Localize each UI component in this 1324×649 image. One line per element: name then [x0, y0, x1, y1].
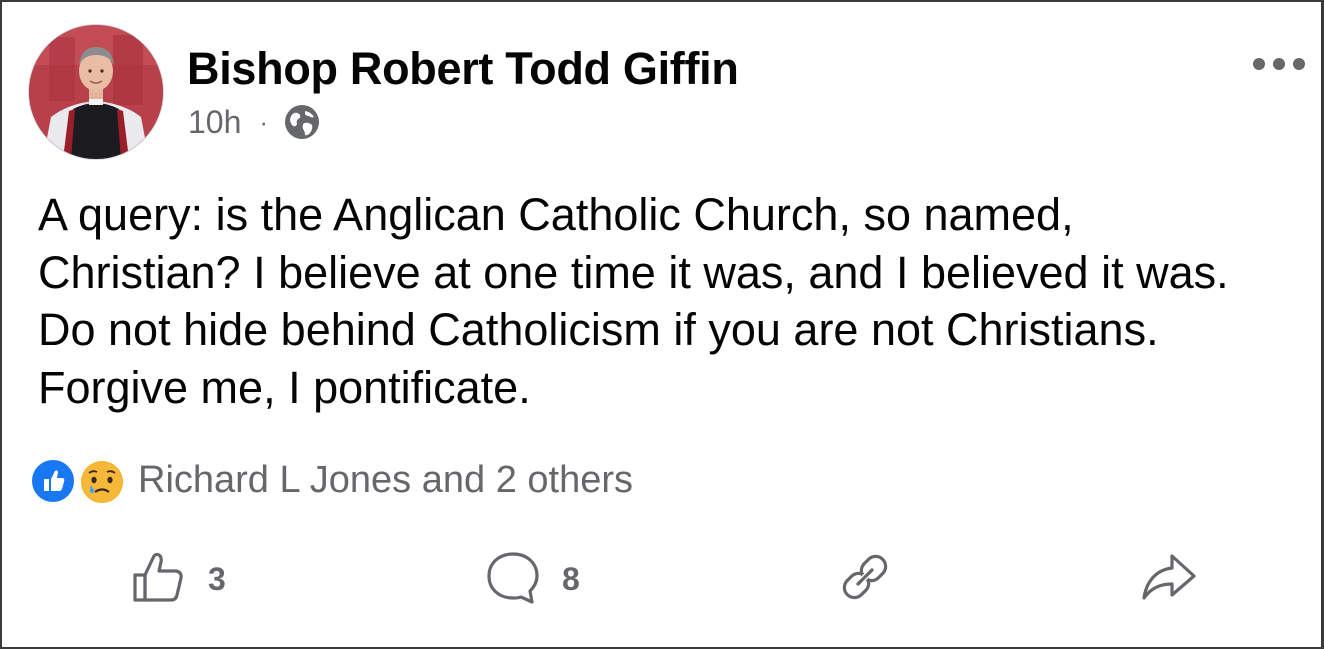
action-bar: 3 8 — [2, 547, 1324, 611]
reaction-icons — [30, 455, 130, 505]
reactions-summary[interactable]: Richard L Jones and 2 others — [30, 455, 633, 505]
globe-icon — [284, 104, 320, 140]
avatar-portrait — [29, 25, 163, 159]
post-timestamp[interactable]: 10h — [188, 104, 241, 141]
comment-bubble-icon — [484, 548, 542, 611]
sad-icon — [78, 458, 126, 506]
ellipsis-dot — [1273, 58, 1285, 70]
copy-link-button[interactable] — [836, 547, 894, 611]
share-button[interactable] — [1140, 547, 1198, 611]
ellipsis-dot — [1253, 58, 1265, 70]
share-arrow-icon — [1140, 548, 1198, 611]
ellipsis-dot — [1293, 58, 1305, 70]
thumbs-up-icon — [130, 548, 188, 611]
reactors-text[interactable]: Richard L Jones and 2 others — [138, 459, 633, 502]
like-icon — [30, 458, 76, 504]
like-count: 3 — [208, 560, 226, 597]
comment-button[interactable]: 8 — [484, 547, 580, 611]
meta-separator: · — [259, 106, 269, 137]
author-avatar[interactable] — [29, 25, 163, 159]
post-meta: 10h · — [188, 102, 320, 142]
post-card: Bishop Robert Todd Giffin 10h · A query:… — [0, 0, 1324, 649]
author-name[interactable]: Bishop Robert Todd Giffin — [187, 43, 739, 95]
comment-count: 8 — [562, 560, 580, 597]
link-icon — [836, 548, 894, 611]
ellipsis-icon[interactable] — [1253, 58, 1305, 70]
like-button[interactable]: 3 — [130, 547, 226, 611]
post-body-text: A query: is the Anglican Catholic Church… — [38, 189, 1229, 413]
